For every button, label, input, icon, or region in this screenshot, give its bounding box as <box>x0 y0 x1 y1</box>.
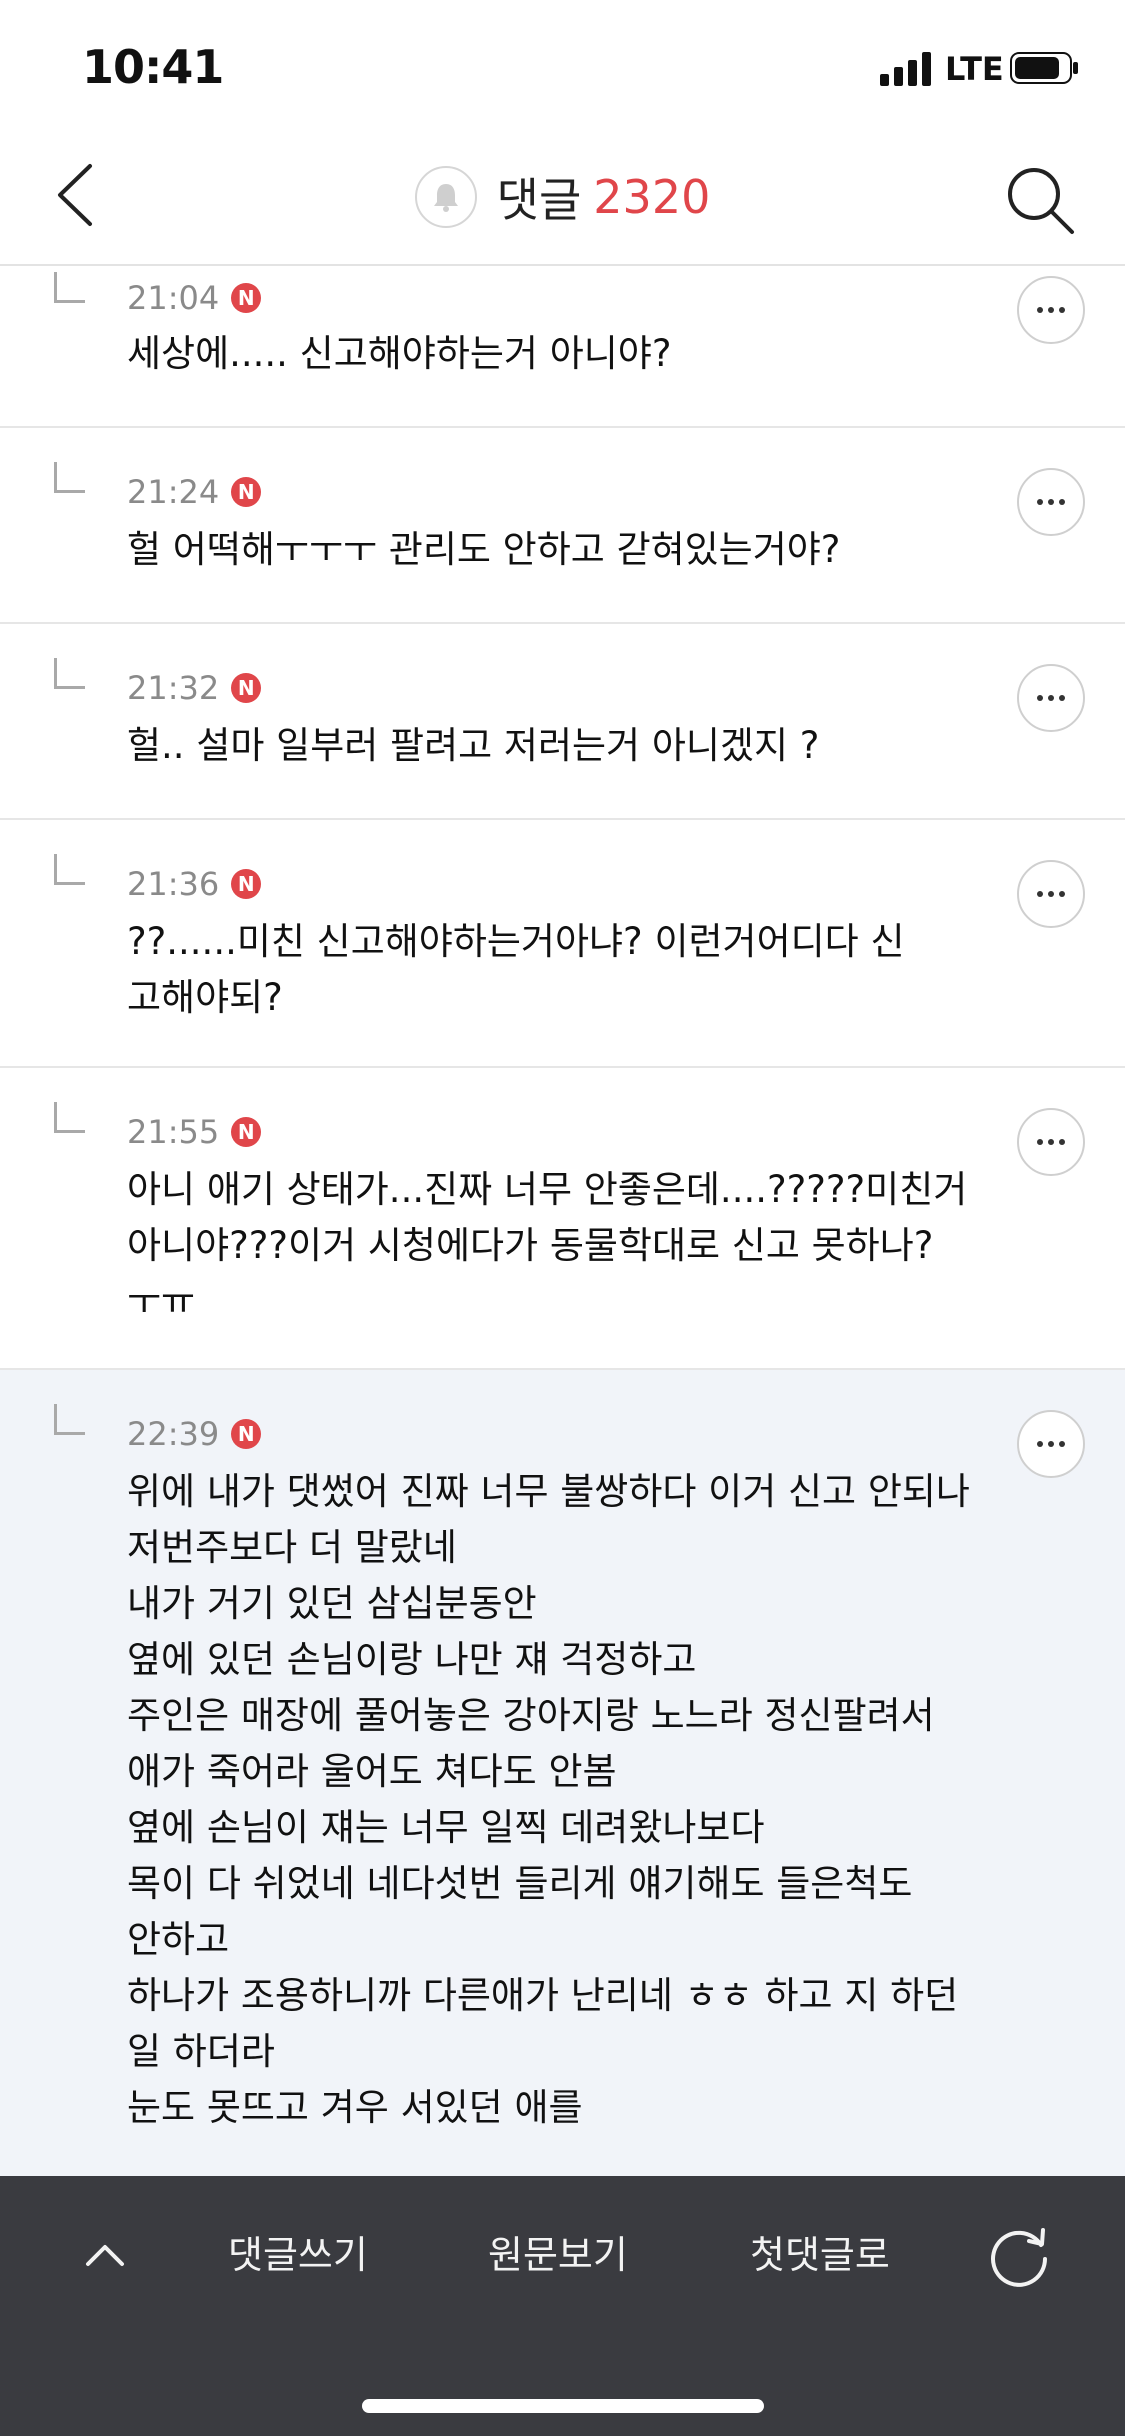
comment-time: 22:39 <box>127 1415 220 1453</box>
comment-meta: 21:32 N <box>127 669 262 707</box>
comment-meta: 21:36 N <box>127 865 262 903</box>
comment-text: 헐 어떡해ㅜㅜㅜ 관리도 안하고 갇혀있는거야? <box>127 528 841 571</box>
network-label: LTE <box>945 50 1004 88</box>
bottom-toolbar: 댓글쓰기 원문보기 첫댓글로 <box>0 2176 1125 2436</box>
more-options-button[interactable] <box>1017 860 1085 928</box>
first-comment-button[interactable]: 첫댓글로 <box>750 2224 890 2279</box>
comment-text: 위에 내가 댓썼어 진짜 너무 불쌍하다 이거 신고 안되나 저번주보다 더 말… <box>127 1470 970 2129</box>
scroll-up-button[interactable] <box>80 2231 130 2281</box>
nav-bar: 댓글 2320 <box>0 130 1125 266</box>
home-indicator <box>362 2399 764 2413</box>
new-badge: N <box>231 1419 262 1449</box>
more-options-button[interactable] <box>1017 468 1085 536</box>
comment-count: 2320 <box>593 170 711 224</box>
new-badge: N <box>231 673 262 703</box>
comment-meta: 22:39 N <box>127 1415 262 1453</box>
more-options-button[interactable] <box>1017 664 1085 732</box>
reply-indent-icon <box>54 854 85 885</box>
reply-indent-icon <box>54 462 85 493</box>
more-options-button[interactable] <box>1017 1410 1085 1478</box>
signal-icon <box>880 52 931 86</box>
nav-title-group: 댓글 2320 <box>0 164 1125 230</box>
comment-meta: 21:24 N <box>127 473 262 511</box>
new-badge: N <box>231 869 262 899</box>
bell-icon <box>433 184 458 212</box>
search-button[interactable] <box>1000 160 1080 240</box>
reply-indent-icon <box>54 272 85 303</box>
new-badge: N <box>231 1117 262 1147</box>
comment-time: 21:32 <box>127 669 220 707</box>
comment-item: 21:24 N 헐 어떡해ㅜㅜㅜ 관리도 안하고 갇혀있는거야? <box>0 428 1125 624</box>
reply-indent-icon <box>54 1102 85 1133</box>
notification-bell-button[interactable] <box>414 166 477 228</box>
comment-item: 21:36 N ??......미친 신고해야하는거아냐? 이런거어디다 신 고… <box>0 820 1125 1068</box>
comment-text: ??......미친 신고해야하는거아냐? 이런거어디다 신 고해야되? <box>127 920 905 1019</box>
new-badge: N <box>231 477 262 507</box>
reply-indent-icon <box>54 658 85 689</box>
comment-meta: 21:04 N <box>127 279 262 317</box>
write-comment-button[interactable]: 댓글쓰기 <box>228 2224 368 2279</box>
comment-item: 21:55 N 아니 애기 상태가...진짜 너무 안좋은데....?????미… <box>0 1068 1125 1370</box>
status-time: 10:41 <box>82 40 224 94</box>
comment-time: 21:24 <box>127 473 220 511</box>
reply-indent-icon <box>54 1404 85 1435</box>
more-dots-icon <box>1037 1139 1065 1145</box>
comment-meta: 21:55 N <box>127 1113 262 1151</box>
more-options-button[interactable] <box>1017 1108 1085 1176</box>
comment-time: 21:55 <box>127 1113 220 1151</box>
more-dots-icon <box>1037 1441 1065 1447</box>
more-dots-icon <box>1037 695 1065 701</box>
status-bar: 10:41 LTE <box>0 0 1125 130</box>
more-dots-icon <box>1037 307 1065 313</box>
comment-item: 21:04 N 세상에..... 신고해야하는거 아니야? <box>0 266 1125 428</box>
comment-time: 21:36 <box>127 865 220 903</box>
battery-icon <box>1010 52 1078 84</box>
more-options-button[interactable] <box>1017 276 1085 344</box>
comment-time: 21:04 <box>127 279 220 317</box>
comment-text: 헐.. 설마 일부러 팔려고 저러는거 아니겠지 ? <box>127 724 820 767</box>
new-badge: N <box>231 283 262 313</box>
refresh-button[interactable] <box>985 2221 1055 2291</box>
comment-item-highlighted: 22:39 N 위에 내가 댓썼어 진짜 너무 불쌍하다 이거 신고 안되나 저… <box>0 1370 1125 2176</box>
view-original-button[interactable]: 원문보기 <box>488 2224 628 2279</box>
comment-item: 21:32 N 헐.. 설마 일부러 팔려고 저러는거 아니겠지 ? <box>0 624 1125 820</box>
comment-text: 아니 애기 상태가...진짜 너무 안좋은데....?????미친거 아니야??… <box>127 1168 968 1323</box>
more-dots-icon <box>1037 499 1065 505</box>
comment-text: 세상에..... 신고해야하는거 아니야? <box>127 332 672 375</box>
more-dots-icon <box>1037 891 1065 897</box>
page-title: 댓글 <box>496 173 582 227</box>
